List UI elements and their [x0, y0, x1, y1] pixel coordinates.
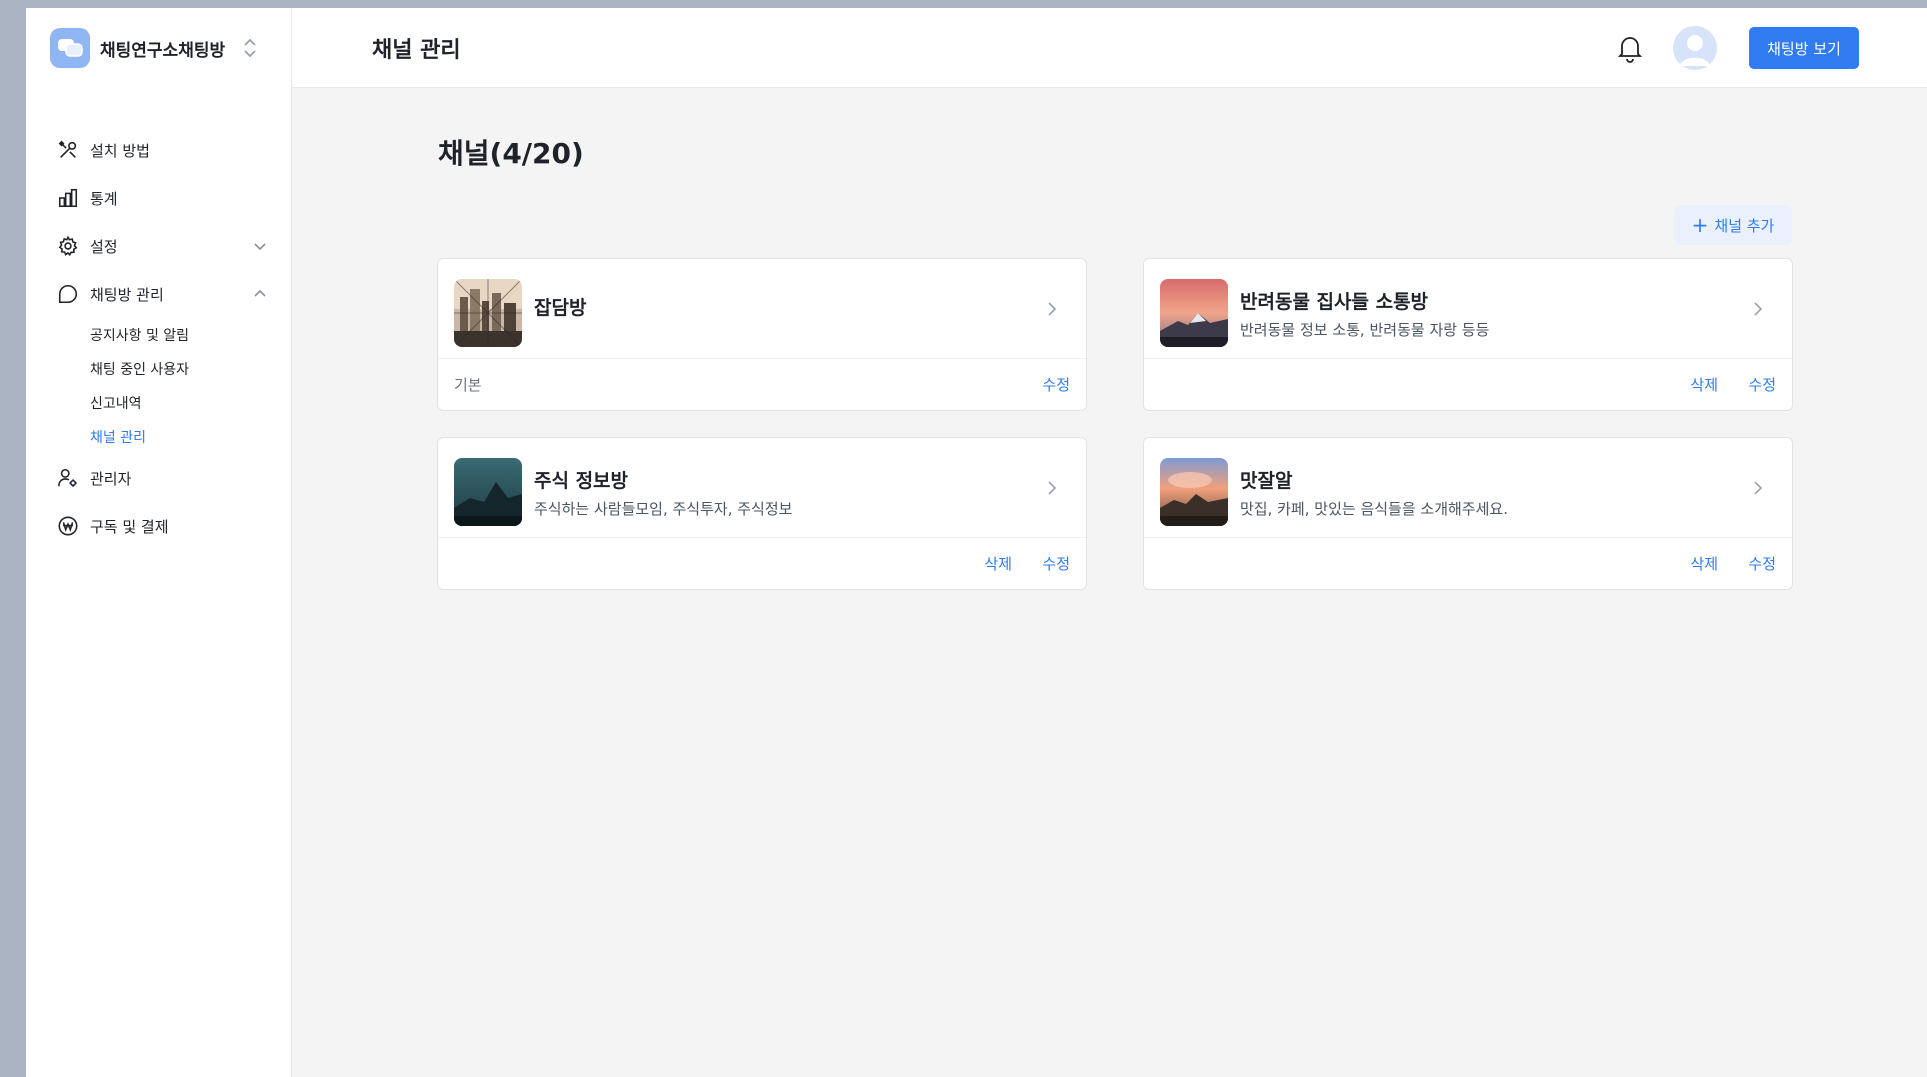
sidebar-item-label: 통계 — [90, 189, 118, 208]
workspace-name: 채팅연구소채팅방 — [100, 40, 226, 61]
submenu-item-reports[interactable]: 신고내역 — [90, 386, 276, 420]
sidebar-item-chat-management[interactable]: 채팅방 관리 — [56, 270, 276, 318]
submenu-item-active-users[interactable]: 채팅 중인 사용자 — [90, 352, 276, 386]
chevron-right-icon — [1048, 302, 1057, 316]
tools-icon — [56, 138, 80, 162]
bell-icon[interactable] — [1614, 32, 1646, 64]
delete-button[interactable]: 삭제 — [984, 553, 1012, 574]
plus-icon: + — [1691, 213, 1709, 237]
chevron-right-icon — [1754, 302, 1763, 316]
admin-icon — [56, 466, 80, 490]
page-title: 채널 관리 — [372, 38, 461, 63]
add-channel-label: 채널 추가 — [1714, 216, 1775, 235]
edit-button[interactable]: 수정 — [1042, 553, 1070, 574]
channel-thumbnail — [1160, 279, 1228, 347]
edit-button[interactable]: 수정 — [1042, 374, 1070, 395]
channel-card: 잡담방 기본 수정 — [437, 258, 1087, 411]
channel-count-heading: 채널(4/20) — [438, 137, 584, 170]
channel-description: 주식하는 사람들모임, 주식투자, 주식정보 — [534, 500, 793, 518]
channel-thumbnail — [454, 458, 522, 526]
top-header: 채널 관리 채팅방 보기 — [292, 8, 1927, 88]
sidebar-item-install[interactable]: 설치 방법 — [56, 126, 276, 174]
chat-management-submenu: 공지사항 및 알림 채팅 중인 사용자 신고내역 채널 관리 — [56, 318, 276, 454]
sidebar-nav: 설치 방법 통계 설정 채팅방 관리 공지사항 및 알림 채팅 중인 사용자 신… — [56, 126, 276, 550]
channel-name: 잡담방 — [534, 297, 587, 319]
app-window: 채팅연구소채팅방 설치 방법 통계 설정 채팅방 관리 공지사항 및 알림 채팅… — [26, 8, 1927, 1077]
delete-button[interactable]: 삭제 — [1690, 553, 1718, 574]
channel-card-footer: 기본 수정 — [438, 359, 1086, 410]
chevron-down-icon — [254, 243, 266, 251]
channel-name: 반려동물 집사들 소통방 — [1240, 291, 1429, 313]
sidebar-item-label: 설치 방법 — [90, 141, 150, 160]
chevron-right-icon — [1754, 481, 1763, 495]
default-channel-label: 기본 — [454, 376, 482, 394]
channel-card-header[interactable]: 주식 정보방 주식하는 사람들모임, 주식투자, 주식정보 — [438, 438, 1086, 538]
edit-button[interactable]: 수정 — [1748, 374, 1776, 395]
channel-thumbnail — [1160, 458, 1228, 526]
sidebar-item-settings[interactable]: 설정 — [56, 222, 276, 270]
channel-card-header[interactable]: 반려동물 집사들 소통방 반려동물 정보 소통, 반려동물 자랑 등등 — [1144, 259, 1792, 359]
sidebar-item-label: 설정 — [90, 237, 118, 256]
bar-chart-icon — [56, 186, 80, 210]
updown-chevron-icon — [244, 38, 256, 58]
channel-thumbnail — [454, 279, 522, 347]
workspace-switcher[interactable]: 채팅연구소채팅방 — [50, 28, 270, 68]
delete-button[interactable]: 삭제 — [1690, 374, 1718, 395]
view-chatroom-button[interactable]: 채팅방 보기 — [1749, 27, 1859, 69]
channel-description: 맛집, 카페, 맛있는 음식들을 소개해주세요. — [1240, 500, 1508, 518]
channel-card-footer: 삭제 수정 — [438, 538, 1086, 589]
channel-name: 주식 정보방 — [534, 470, 629, 492]
channel-description: 반려동물 정보 소통, 반려동물 자랑 등등 — [1240, 321, 1490, 339]
sidebar-item-label: 관리자 — [90, 469, 132, 488]
channel-card-footer: 삭제 수정 — [1144, 538, 1792, 589]
sidebar-item-label: 구독 및 결제 — [90, 517, 169, 536]
sidebar-item-admins[interactable]: 관리자 — [56, 454, 276, 502]
chevron-up-icon — [254, 289, 266, 297]
sidebar-item-label: 채팅방 관리 — [90, 285, 164, 304]
channel-name: 맛잘알 — [1240, 470, 1293, 492]
sidebar-item-stats[interactable]: 통계 — [56, 174, 276, 222]
chat-icon — [56, 282, 80, 306]
chevron-right-icon — [1048, 481, 1057, 495]
submenu-item-notices[interactable]: 공지사항 및 알림 — [90, 318, 276, 352]
submenu-item-channel-management[interactable]: 채널 관리 — [90, 420, 276, 454]
channel-card: 반려동물 집사들 소통방 반려동물 정보 소통, 반려동물 자랑 등등 삭제 수… — [1143, 258, 1793, 411]
channel-card-footer: 삭제 수정 — [1144, 359, 1792, 410]
edit-button[interactable]: 수정 — [1748, 553, 1776, 574]
channel-card: 맛잘알 맛집, 카페, 맛있는 음식들을 소개해주세요. 삭제 수정 — [1143, 437, 1793, 590]
add-channel-button[interactable]: + 채널 추가 — [1674, 205, 1792, 245]
gear-icon — [56, 234, 80, 258]
channel-card-header[interactable]: 맛잘알 맛집, 카페, 맛있는 음식들을 소개해주세요. — [1144, 438, 1792, 538]
avatar[interactable] — [1673, 26, 1717, 70]
won-icon — [56, 514, 80, 538]
sidebar: 채팅연구소채팅방 설치 방법 통계 설정 채팅방 관리 공지사항 및 알림 채팅… — [26, 8, 292, 1077]
sidebar-item-billing[interactable]: 구독 및 결제 — [56, 502, 276, 550]
channel-card: 주식 정보방 주식하는 사람들모임, 주식투자, 주식정보 삭제 수정 — [437, 437, 1087, 590]
channel-card-header[interactable]: 잡담방 — [438, 259, 1086, 359]
chat-bubble-icon — [50, 28, 90, 68]
